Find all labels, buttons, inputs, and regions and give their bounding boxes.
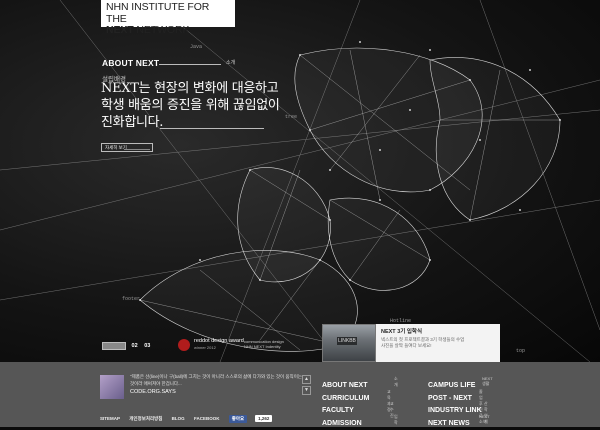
footer-links: SITEMAP 개인정보처리방침 BLOG FACEBOOK 좋아요 1,262 (100, 415, 280, 423)
footer-nav-col-1: ABOUT NEXT 소개 CURRICULUM 교육과정 FACULTY 교수진 A… (322, 374, 398, 427)
news-title: NEXT 3기 입학식 (381, 329, 423, 335)
reddot-icon (178, 339, 190, 351)
award-category-2: NHN NEXT Indentity (244, 344, 281, 349)
pager-02[interactable]: 02 (132, 343, 138, 349)
pager-03[interactable]: 03 (144, 343, 150, 349)
hero-banner: NHN INSTITUTE FOR THE NEXT NETWORK Java … (0, 0, 600, 362)
privacy-link[interactable]: 개인정보처리방침 (129, 416, 162, 421)
footer-nav-faculty[interactable]: FACULTY 교수진 (322, 399, 394, 418)
footer-nav-about[interactable]: ABOUT NEXT 소개 (322, 374, 398, 389)
reddot-award: reddot design award winner 2012 communic… (178, 337, 318, 353)
sitemap-link[interactable]: SITEMAP (100, 416, 120, 421)
award-year: winner 2012 (194, 345, 216, 350)
logo-next: NEXT (106, 24, 134, 36)
tweet-arrows: ▲ ▼ (302, 375, 311, 397)
footer-nav-admission[interactable]: ADMISSION 입학 (322, 412, 398, 427)
pager-thumb-01[interactable] (102, 342, 126, 350)
about-title: ABOUT NEXT (102, 58, 160, 68)
arrow-down-icon[interactable]: ▼ (302, 386, 311, 395)
site-footer: "제품은 선(line)이나 구(ball)에 그치는 것이 아니라 스스로의 … (0, 362, 600, 427)
logo-line-2: NEXT NETWORK (106, 24, 231, 37)
tweet-source[interactable]: CODE.ORG.SAYS (130, 389, 176, 395)
about-title-sub: 소개 (226, 60, 236, 66)
java-tag: Java (190, 44, 203, 50)
wireframe-leaves-illustration (0, 0, 600, 362)
tweet-text: "제품은 선(line)이나 구(ball)에 그치는 것이 아니라 스스로의 … (130, 374, 302, 386)
logo-network: NETWORK (133, 24, 190, 36)
footer-nav-industry-link[interactable]: INDUSTRY LINK 산학연계 (428, 399, 488, 424)
footer-nav-post-next[interactable]: POST - NEXT 졸업 후 진로 (428, 387, 483, 418)
tweet-avatar (100, 375, 124, 399)
award-title: reddot design award (194, 338, 244, 344)
footer-nav-curriculum[interactable]: CURRICULUM 교육과정 (322, 387, 391, 412)
footer-nav-campus-life[interactable]: CAMPUS LIFE NEXT 생활 (428, 374, 493, 389)
facebook-like-count: 1,262 (255, 415, 273, 422)
about-title-rule (159, 64, 221, 65)
news-thumbnail[interactable]: LINKBB (322, 324, 376, 362)
headline-line-1: NEXT는 현장의 변화에 대응하고 (101, 81, 279, 96)
news-desc-2: 사진을 살짝 들여다 보세요! (381, 343, 432, 348)
arrow-up-icon[interactable]: ▲ (302, 375, 311, 384)
footer-nav-col-2: CAMPUS LIFE NEXT 생활 POST - NEXT 졸업 후 진로 IN… (428, 374, 493, 427)
facebook-like-button[interactable]: 좋아요 (228, 415, 248, 423)
news-thumb-sign: LINKBB (337, 337, 357, 345)
footer-tag: footer (122, 296, 141, 302)
slide-pager: 02 03 (102, 342, 155, 350)
news-card[interactable]: NEXT 3기 입학식 넥스트의 첫 프로젝트결과 3기 학생들의 수업 사진을… (376, 324, 500, 362)
headline-line-2: 학생 배움의 증진을 위해 끊임없이 (101, 98, 280, 113)
facebook-link[interactable]: FACEBOOK (194, 416, 220, 421)
tree-tag: tree (285, 114, 298, 120)
award-category: communication design NHN NEXT Indentity (244, 339, 284, 349)
top-tag: top (516, 348, 526, 354)
news-desc: 넥스트의 첫 프로젝트결과 3기 학생들의 수업 사진을 살짝 들여다 보세요! (381, 337, 495, 349)
logo-line-1: NHN INSTITUTE FOR THE (106, 1, 210, 25)
more-button[interactable]: 자세히 보기 (101, 143, 153, 152)
blog-link[interactable]: BLOG (172, 416, 185, 421)
site-logo[interactable]: NHN INSTITUTE FOR THE NEXT NETWORK (101, 0, 235, 36)
hero-headline: NEXT는 현장의 변화에 대응하고 학생 배움의 증진을 위해 끊임없이 진화… (101, 80, 281, 131)
headline-rule (160, 128, 264, 129)
footer-nav-next-news[interactable]: NEXT NEWS NEXT 소식 (428, 412, 490, 427)
